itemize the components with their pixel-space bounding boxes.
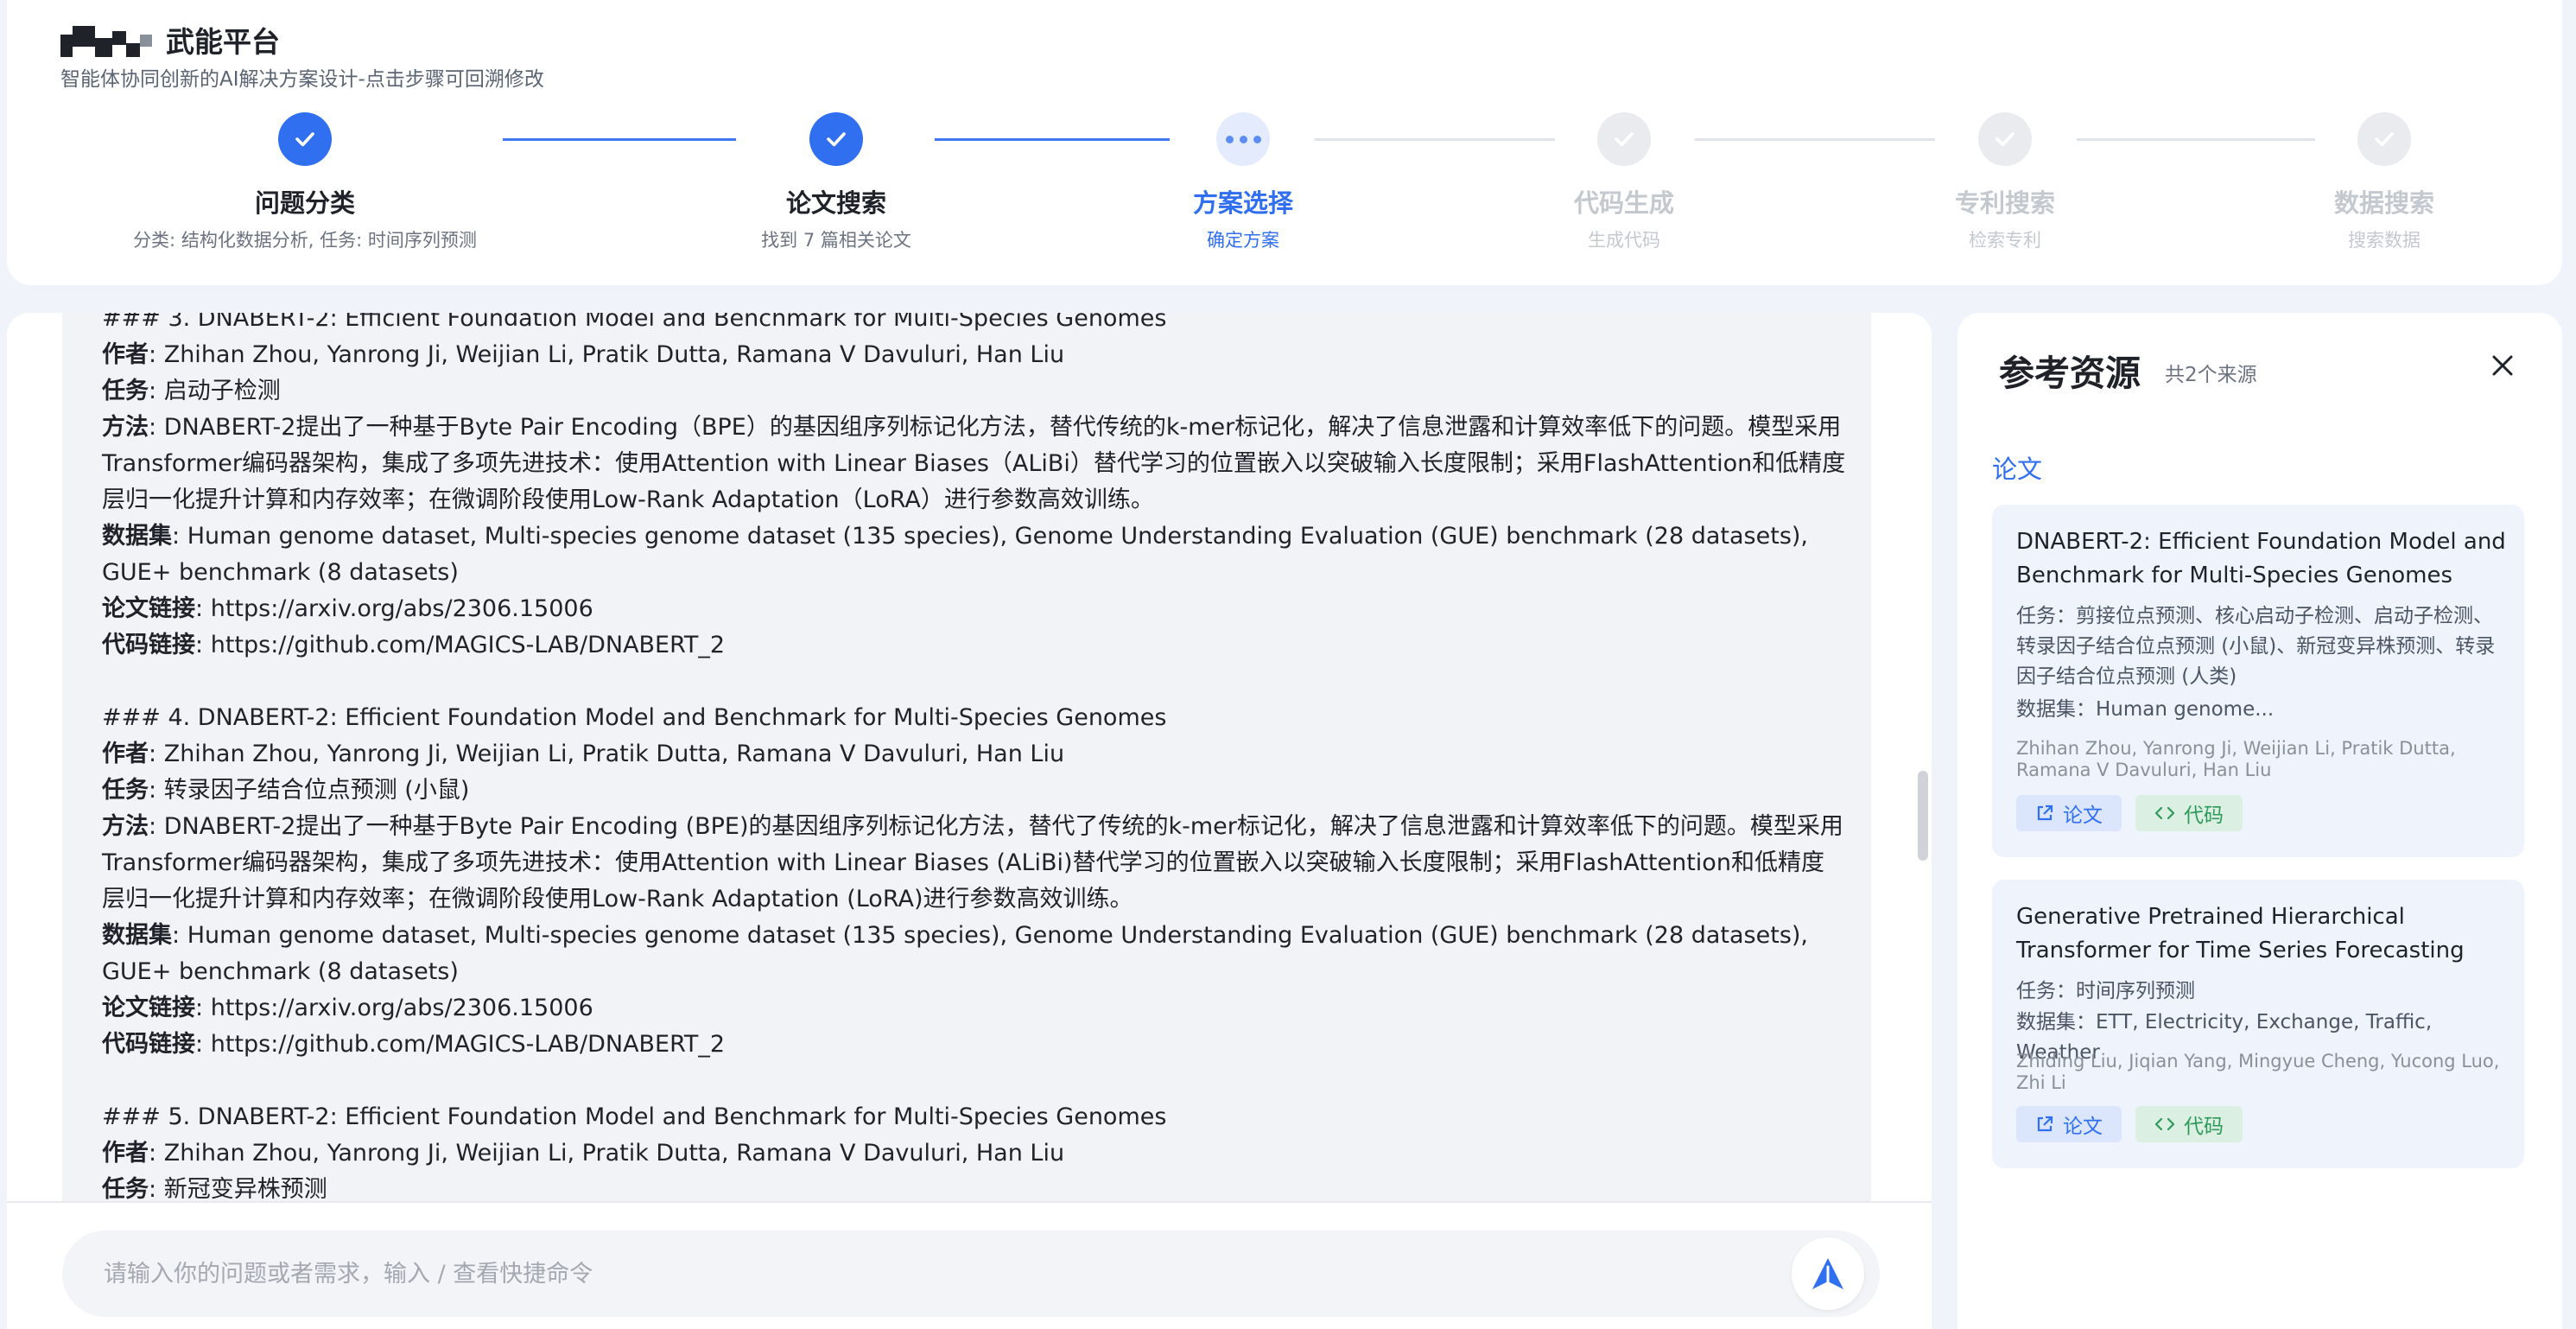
chat-input[interactable] (104, 1230, 1745, 1317)
step-paper-search[interactable]: 论文搜索 找到 7 篇相关论文 (629, 112, 1044, 252)
entry-authors: 作者: Zhihan Zhou, Yanrong Ji, Weijian Li,… (102, 1140, 1065, 1167)
brand-subtitle: 智能体协同创新的AI解决方案设计-点击步骤可回溯修改 (60, 68, 544, 91)
step-desc: 确定方案 (1207, 230, 1279, 251)
entry-authors: 作者: Zhihan Zhou, Yanrong Ji, Weijian Li,… (102, 741, 1065, 767)
code-link-button[interactable]: 代码 (2135, 795, 2243, 831)
code-link-button[interactable]: 代码 (2135, 1106, 2243, 1142)
card-task: 任务：时间序列预测 (2016, 980, 2195, 1002)
step-title: 数据搜索 (2333, 188, 2434, 218)
card-title: Generative Pretrained Hierarchical Trans… (2016, 904, 2465, 963)
paper-link-label: 论文 (2063, 804, 2103, 827)
step-solution-selection[interactable]: 方案选择 确定方案 (1036, 112, 1450, 252)
entry-code-link[interactable]: 代码链接: https://github.com/MAGICS-LAB/DNAB… (102, 627, 1847, 664)
check-icon (1597, 112, 1651, 166)
code-brackets-icon (2154, 1117, 2175, 1131)
section-label-papers: 论文 (1992, 455, 2043, 484)
code-link-label: 代码 (2184, 804, 2224, 827)
close-icon (2492, 355, 2513, 376)
step-title: 方案选择 (1192, 188, 1293, 218)
entry-task: 任务: 转录因子结合位点预测 (小鼠) (102, 777, 470, 804)
code-link-label: 代码 (2184, 1116, 2224, 1138)
content-scrollbar[interactable] (1918, 771, 1928, 861)
entry-authors: 作者: Zhihan Zhou, Yanrong Ji, Weijian Li,… (102, 341, 1065, 368)
card-title: DNABERT-2: Efficient Foundation Model an… (2016, 529, 2506, 588)
entry-heading: ### 3. DNABERT-2: Efficient Foundation M… (102, 313, 1167, 332)
input-area (7, 1201, 1932, 1329)
step-patent-search[interactable]: 专利搜索 检索专利 (1798, 112, 2212, 252)
external-link-icon (2037, 804, 2053, 821)
reference-panel: 参考资源 共2个来源 论文 DNABERT-2: Efficient Found… (1957, 313, 2562, 1329)
card-authors: Zhihan Zhou, Yanrong Ji, Weijian Li, Pra… (2016, 738, 2456, 780)
step-desc: 检索专利 (1969, 230, 2041, 251)
entry-code-link[interactable]: 代码链接: https://github.com/MAGICS-LAB/DNAB… (102, 1027, 1847, 1063)
progress-stepper: 问题分类 分类: 结构化数据分析, 任务: 时间序列预测 论文搜索 找到 7 篇… (7, 112, 2562, 259)
paper-link-button[interactable]: 论文 (2016, 1106, 2122, 1142)
step-title: 论文搜索 (785, 188, 886, 218)
entry-method: 方法: DNABERT-2提出了一种基于Byte Pair Encoding（B… (102, 414, 1846, 513)
source-count: 共2个来源 (2165, 364, 2257, 386)
panel-title: 参考资源 (1999, 353, 2141, 394)
entry-method: 方法: DNABERT-2提出了一种基于Byte Pair Encoding (… (102, 813, 1843, 912)
card-authors: Zhiding Liu, Jiqian Yang, Mingyue Cheng,… (2016, 1051, 2500, 1093)
send-arrow-icon (1812, 1258, 1843, 1289)
check-icon (1978, 112, 2032, 166)
paper-link-button[interactable]: 论文 (2016, 795, 2122, 831)
entry-dataset: 数据集: Human genome dataset, Multi-species… (102, 523, 1809, 586)
step-title: 问题分类 (254, 188, 355, 218)
top-header: 武能平台 智能体协同创新的AI解决方案设计-点击步骤可回溯修改 问题分类 分类:… (7, 0, 2562, 285)
entry-heading: ### 5. DNABERT-2: Efficient Foundation M… (102, 1103, 1167, 1130)
step-desc: 分类: 结构化数据分析, 任务: 时间序列预测 (133, 230, 477, 251)
step-desc: 生成代码 (1588, 230, 1660, 251)
entry-task: 任务: 新冠变异株预测 (102, 1176, 327, 1201)
check-icon (809, 112, 863, 166)
step-code-generation[interactable]: 代码生成 生成代码 (1417, 112, 1831, 252)
ellipsis-icon (1216, 112, 1270, 166)
paper-link-label: 论文 (2063, 1116, 2103, 1138)
chat-input-box (62, 1230, 1880, 1317)
logo-icon (60, 22, 154, 57)
external-link-icon (2037, 1116, 2053, 1132)
card-dataset: 数据集：Human genome... (2016, 698, 2275, 721)
code-brackets-icon (2154, 806, 2175, 820)
card-task: 任务：剪接位点预测、核心启动子检测、启动子检测、转录因子结合位点预测 (小鼠)、… (2016, 605, 2496, 688)
message-content[interactable]: ### 3. DNABERT-2: Efficient Foundation M… (62, 313, 1871, 1201)
entry-task: 任务: 启动子检测 (102, 378, 281, 404)
send-button[interactable] (1792, 1237, 1864, 1310)
step-problem-classification[interactable]: 问题分类 分类: 结构化数据分析, 任务: 时间序列预测 (98, 112, 512, 252)
brand-name: 武能平台 (166, 25, 280, 59)
entry-paper-link[interactable]: 论文链接: https://arxiv.org/abs/2306.15006 (102, 591, 1847, 627)
entry-heading: ### 4. DNABERT-2: Efficient Foundation M… (102, 704, 1167, 731)
step-desc: 搜索数据 (2348, 230, 2421, 251)
step-data-search[interactable]: 数据搜索 搜索数据 (2177, 112, 2576, 252)
step-title: 专利搜索 (1954, 188, 2055, 218)
entry-paper-link[interactable]: 论文链接: https://arxiv.org/abs/2306.15006 (102, 990, 1847, 1027)
chat-panel: ### 3. DNABERT-2: Efficient Foundation M… (7, 313, 1932, 1329)
close-button[interactable] (2481, 344, 2524, 387)
step-desc: 找到 7 篇相关论文 (761, 230, 911, 251)
brand: 武能平台 (60, 19, 280, 60)
reference-card[interactable]: Generative Pretrained Hierarchical Trans… (1992, 880, 2524, 1168)
entry-dataset: 数据集: Human genome dataset, Multi-species… (102, 922, 1809, 985)
check-icon (278, 112, 332, 166)
step-title: 代码生成 (1573, 188, 1674, 218)
check-icon (2357, 112, 2411, 166)
reference-card[interactable]: DNABERT-2: Efficient Foundation Model an… (1992, 505, 2524, 857)
